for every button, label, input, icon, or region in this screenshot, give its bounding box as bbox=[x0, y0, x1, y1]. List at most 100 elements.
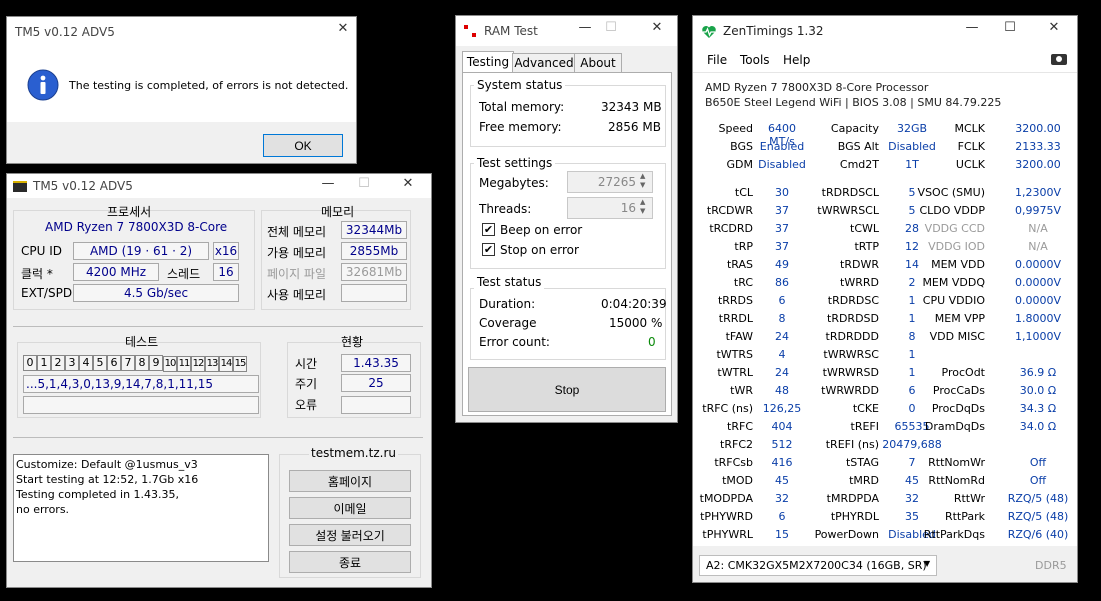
tab-advanced[interactable]: Advanced bbox=[512, 53, 576, 73]
test-cell: 7 bbox=[121, 355, 135, 371]
test-cell: 0 bbox=[23, 355, 37, 371]
megabytes-spin-icon[interactable]: ▲ ▼ bbox=[640, 172, 645, 190]
test-cell: 9 bbox=[149, 355, 163, 371]
timing-label: ProcOdt bbox=[941, 366, 985, 379]
maximize-icon: ☐ bbox=[605, 20, 617, 35]
timing-label: RttNomWr bbox=[928, 456, 985, 469]
beep-checkbox[interactable]: ✔ bbox=[482, 223, 495, 236]
minimize-icon[interactable]: — bbox=[961, 20, 983, 35]
timing-label: tCL bbox=[734, 186, 753, 199]
clock-value: 4200 MHz bbox=[73, 263, 159, 281]
menu-tools[interactable]: Tools bbox=[740, 53, 770, 67]
test-cell: 15 bbox=[233, 356, 247, 372]
test-status-title: Test status bbox=[474, 275, 545, 289]
test-cell: 5 bbox=[93, 355, 107, 371]
load-settings-button[interactable]: 설정 불러오기 bbox=[289, 524, 411, 546]
timing-label: tWRWRDD bbox=[821, 384, 879, 397]
timing-value: Off bbox=[1029, 456, 1047, 469]
timing-label: RttPark bbox=[944, 510, 985, 523]
timing-label: Speed bbox=[718, 122, 753, 135]
free-memory-label: Free memory: bbox=[479, 120, 562, 134]
tm5-title: TM5 v0.12 ADV5 bbox=[33, 179, 133, 193]
dialog-message: The testing is completed, of errors is n… bbox=[69, 79, 349, 92]
test-progress bbox=[23, 396, 259, 414]
tab-testing[interactable]: Testing bbox=[462, 51, 514, 73]
ok-button[interactable]: OK bbox=[263, 134, 343, 157]
timing-label: tPHYRDL bbox=[830, 510, 879, 523]
timing-value: 1,2300V bbox=[1014, 186, 1061, 199]
log-line: Start testing at 12:52, 1.7Gb x16 bbox=[16, 473, 199, 486]
timing-label: tRDRDDD bbox=[825, 330, 879, 343]
close-icon[interactable]: ✕ bbox=[397, 176, 419, 191]
zentimings-title: ZenTimings 1.32 bbox=[723, 24, 824, 38]
chevron-down-icon: ▼ bbox=[924, 559, 931, 568]
mem-used-label: 사용 메모리 bbox=[267, 288, 327, 302]
zentimings-window: ZenTimings 1.32 — ☐ ✕ File Tools Help AM… bbox=[692, 15, 1078, 583]
menu-bar: File Tools Help bbox=[693, 46, 1077, 72]
cycle-value: 25 bbox=[341, 374, 411, 392]
test-settings-title: Test settings bbox=[474, 156, 556, 170]
cpu-id-value: AMD (19 · 61 · 2) bbox=[73, 242, 209, 260]
timing-label: tRAS bbox=[726, 258, 753, 271]
timing-label: MEM VDDQ bbox=[922, 276, 985, 289]
test-cell: 10 bbox=[163, 356, 177, 372]
stop-on-error-checkbox[interactable]: ✔ bbox=[482, 243, 495, 256]
timing-label: tRDWR bbox=[840, 258, 879, 271]
timing-value: 34.3 Ω bbox=[1019, 402, 1057, 415]
stop-button[interactable]: Stop bbox=[468, 367, 666, 412]
test-cell: 14 bbox=[219, 356, 233, 372]
timing-value: RZQ/6 (40) bbox=[1007, 528, 1069, 541]
timing-value: 30.0 Ω bbox=[1019, 384, 1057, 397]
homepage-button[interactable]: 홈페이지 bbox=[289, 470, 411, 492]
cpu-name: AMD Ryzen 7 7800X3D 8-Core Processor bbox=[705, 81, 929, 94]
timing-label: CLDO VDDP bbox=[919, 204, 985, 217]
maximize-icon[interactable]: ☐ bbox=[999, 20, 1021, 35]
timing-label: tRDRDSC bbox=[827, 294, 879, 307]
timing-label: tCWL bbox=[850, 222, 879, 235]
tab-about[interactable]: About bbox=[574, 53, 622, 73]
timing-label: BGS Alt bbox=[837, 140, 879, 153]
dimm-select[interactable]: A2: CMK32GX5M2X7200C34 (16GB, SR) ▼ bbox=[699, 555, 937, 576]
test-cell: 3 bbox=[65, 355, 79, 371]
timing-label: tRTP bbox=[854, 240, 879, 253]
threads-spin-icon[interactable]: ▲ ▼ bbox=[640, 198, 645, 216]
timing-label: tREFI bbox=[850, 420, 879, 433]
log-line: Customize: Default @1usmus_v3 bbox=[16, 458, 198, 471]
timing-label: tWRWRSD bbox=[822, 366, 879, 379]
email-button[interactable]: 이메일 bbox=[289, 497, 411, 519]
camera-icon[interactable] bbox=[1051, 54, 1067, 65]
timing-label: tPHYWRL bbox=[702, 528, 753, 541]
timing-label: tWTRL bbox=[717, 366, 753, 379]
minimize-icon[interactable]: — bbox=[574, 20, 596, 35]
menu-help[interactable]: Help bbox=[783, 53, 810, 67]
test-cell: 11 bbox=[177, 356, 191, 372]
timing-value: 3200.00 bbox=[1015, 122, 1061, 135]
timing-value: 3200.00 bbox=[1015, 158, 1061, 171]
mem-total-label: 전체 메모리 bbox=[267, 225, 327, 239]
minimize-icon[interactable]: — bbox=[317, 176, 339, 191]
dialog-close-icon[interactable]: ✕ bbox=[332, 21, 354, 36]
timing-label: tMRDPDA bbox=[826, 492, 879, 505]
test-cell: 12 bbox=[191, 356, 205, 372]
timing-label: tWTRS bbox=[716, 348, 753, 361]
close-icon[interactable]: ✕ bbox=[1043, 20, 1065, 35]
threads-label: 스레드 bbox=[167, 267, 201, 281]
test-header: 테스트 bbox=[125, 335, 159, 349]
close-icon[interactable]: ✕ bbox=[646, 20, 668, 35]
mem-total-value: 32344Mb bbox=[341, 221, 407, 239]
site-label: testmem.tz.ru bbox=[309, 446, 398, 460]
mem-avail-value: 2855Mb bbox=[341, 242, 407, 260]
timing-label: tMRD bbox=[849, 474, 879, 487]
timing-label: tRFCsb bbox=[714, 456, 753, 469]
exit-button[interactable]: 종료 bbox=[289, 551, 411, 573]
menu-file[interactable]: File bbox=[707, 53, 727, 67]
timing-label: RttParkDqs bbox=[923, 528, 985, 541]
total-memory-value: 32343 MB bbox=[601, 100, 662, 114]
error-value bbox=[341, 396, 411, 414]
test-cell: 1 bbox=[37, 355, 51, 371]
timing-label: VDDG IOD bbox=[928, 240, 985, 253]
beep-label: Beep on error bbox=[500, 223, 583, 237]
cpu-id-label: CPU ID bbox=[21, 244, 62, 258]
timing-label: DramDqDs bbox=[924, 420, 985, 433]
timing-label: MEM VPP bbox=[934, 312, 985, 325]
